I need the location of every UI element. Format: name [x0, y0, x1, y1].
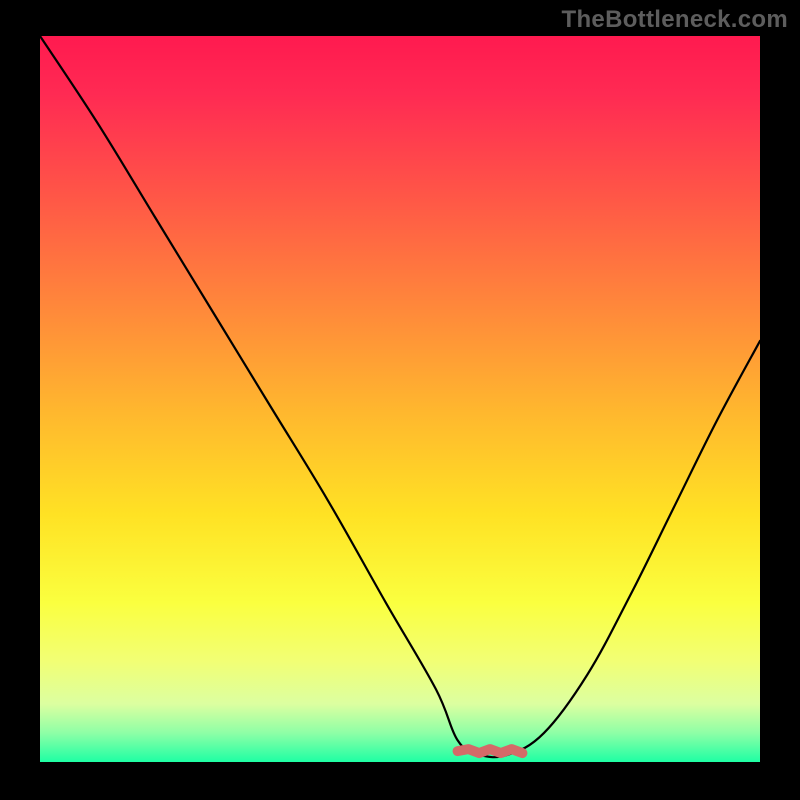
bottom-flat-marker — [458, 749, 523, 753]
bottleneck-curve-line — [40, 36, 760, 757]
chart-frame: TheBottleneck.com — [0, 0, 800, 800]
plot-area — [40, 36, 760, 762]
watermark-text: TheBottleneck.com — [562, 6, 788, 34]
bottleneck-curve-svg — [40, 36, 760, 762]
